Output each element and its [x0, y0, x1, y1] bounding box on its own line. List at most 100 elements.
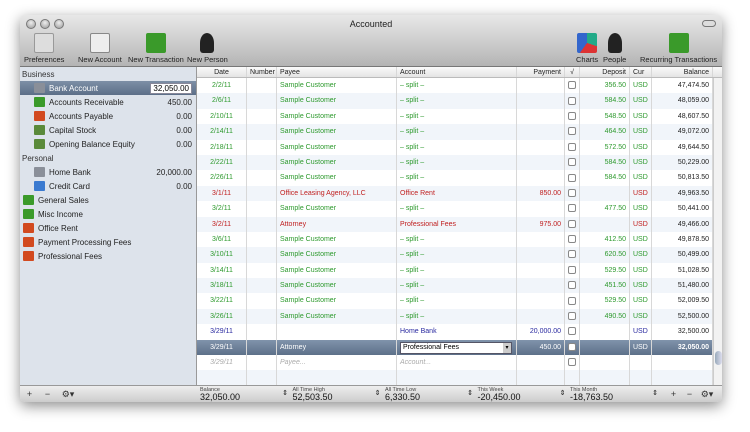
account-dropdown[interactable]: Professional Fees ▾ [400, 341, 512, 354]
cleared-checkbox[interactable] [568, 327, 576, 336]
column-header[interactable]: √ [565, 67, 580, 77]
number-cell[interactable] [247, 93, 277, 109]
sidebar-category-item[interactable]: General Sales [20, 193, 196, 207]
number-cell[interactable] [247, 154, 277, 171]
cleared-checkbox[interactable] [568, 173, 576, 182]
cleared-cell[interactable] [565, 139, 580, 155]
column-header[interactable]: Date [197, 67, 247, 77]
account-cell[interactable]: – split – [397, 93, 517, 109]
payee-cell[interactable]: Sample Customer [277, 139, 397, 155]
cleared-cell[interactable] [565, 185, 580, 202]
date-cell[interactable]: 2/2/11 [197, 78, 247, 94]
account-cell[interactable]: – split – [397, 247, 517, 263]
cleared-checkbox[interactable] [568, 250, 576, 259]
payment-cell[interactable] [517, 139, 565, 155]
stat-selector[interactable]: Balance 32,050.00 ⇕ [200, 387, 292, 402]
remove-transaction-button[interactable]: − [683, 389, 696, 399]
cleared-checkbox[interactable] [568, 127, 576, 136]
cleared-checkbox[interactable] [568, 158, 576, 167]
table-row[interactable]: 3/18/11 Sample Customer – split – 451.50… [197, 278, 722, 294]
date-cell[interactable]: 3/6/11 [197, 231, 247, 248]
account-cell[interactable]: – split – [397, 170, 517, 186]
cleared-cell[interactable] [565, 201, 580, 217]
payment-cell[interactable] [517, 355, 565, 371]
payment-cell[interactable] [517, 278, 565, 294]
cleared-cell[interactable] [565, 339, 580, 356]
payee-cell[interactable]: Sample Customer [277, 154, 397, 171]
column-header[interactable]: Balance [652, 67, 713, 77]
number-cell[interactable] [247, 78, 277, 94]
stat-selector[interactable]: All Time High 52,503.50 ⇕ [293, 387, 385, 402]
payee-cell[interactable]: Sample Customer [277, 278, 397, 294]
sidebar-account-item[interactable]: Capital Stock 0.00 [20, 123, 196, 137]
deposit-cell[interactable]: 548.50 [580, 108, 630, 125]
account-cell[interactable]: – split – [397, 308, 517, 325]
payment-cell[interactable] [517, 247, 565, 263]
scrollbar[interactable] [713, 78, 722, 385]
deposit-cell[interactable]: 584.50 [580, 93, 630, 109]
stat-selector[interactable]: This Month -18,763.50 ⇕ [570, 387, 662, 402]
account-cell[interactable]: – split – [397, 78, 517, 94]
cleared-checkbox[interactable] [568, 96, 576, 105]
deposit-cell[interactable]: 572.50 [580, 139, 630, 155]
table-row[interactable]: 3/1/11 Office Leasing Agency, LLC Office… [197, 185, 722, 202]
cleared-checkbox[interactable] [568, 358, 576, 367]
account-cell[interactable]: – split – [397, 108, 517, 125]
new-person-button[interactable]: New Person [187, 33, 228, 64]
charts-button[interactable]: Charts [576, 33, 598, 64]
payee-cell[interactable]: Sample Customer [277, 78, 397, 94]
number-cell[interactable] [247, 339, 277, 356]
payment-cell[interactable] [517, 108, 565, 125]
account-cell[interactable]: – split – [397, 278, 517, 294]
cleared-cell[interactable] [565, 262, 580, 279]
scroll-thumb[interactable] [715, 351, 722, 365]
number-cell[interactable] [247, 231, 277, 248]
sidebar-account-item[interactable]: Accounts Payable 0.00 [20, 109, 196, 123]
payment-cell[interactable]: 20,000.00 [517, 324, 565, 340]
recurring-transactions-button[interactable]: Recurring Transactions [640, 33, 717, 64]
payee-cell[interactable]: Sample Customer [277, 231, 397, 248]
date-cell[interactable]: 3/26/11 [197, 308, 247, 325]
payee-cell[interactable]: Office Leasing Agency, LLC [277, 185, 397, 202]
payment-cell[interactable] [517, 293, 565, 309]
number-cell[interactable] [247, 170, 277, 186]
cleared-checkbox[interactable] [568, 296, 576, 305]
new-account-button[interactable]: New Account [78, 33, 122, 64]
number-cell[interactable] [247, 278, 277, 294]
number-cell[interactable] [247, 201, 277, 217]
cleared-cell[interactable] [565, 324, 580, 340]
table-row[interactable]: 3/14/11 Sample Customer – split – 529.50… [197, 262, 722, 279]
table-row[interactable]: 3/6/11 Sample Customer – split – 412.50 … [197, 231, 722, 248]
account-cell[interactable]: – split – [397, 124, 517, 140]
payment-cell[interactable]: 850.00 [517, 185, 565, 202]
date-cell[interactable]: 2/18/11 [197, 139, 247, 155]
payment-cell[interactable] [517, 262, 565, 279]
column-header[interactable]: Number [247, 67, 277, 77]
sidebar-account-item[interactable]: Bank Account 32,050.00 [20, 81, 196, 95]
payee-cell[interactable]: Attorney [277, 216, 397, 232]
deposit-cell[interactable]: 529.50 [580, 293, 630, 309]
payment-cell[interactable] [517, 154, 565, 171]
deposit-cell[interactable]: 464.50 [580, 124, 630, 140]
account-cell[interactable]: – split – [397, 293, 517, 309]
date-cell[interactable]: 3/29/11 [197, 339, 247, 356]
cleared-checkbox[interactable] [568, 219, 576, 228]
table-row[interactable]: 2/26/11 Sample Customer – split – 584.50… [197, 170, 722, 186]
payee-input[interactable]: Payee... [277, 355, 397, 371]
table-row[interactable]: 3/2/11 Attorney Professional Fees 975.00… [197, 216, 722, 232]
column-header[interactable]: Payee [277, 67, 397, 77]
payment-cell[interactable] [517, 201, 565, 217]
sidebar-category-item[interactable]: Misc Income [20, 207, 196, 221]
people-button[interactable]: People [603, 33, 626, 64]
deposit-cell[interactable]: 584.50 [580, 170, 630, 186]
cleared-cell[interactable] [565, 124, 580, 140]
cleared-checkbox[interactable] [568, 81, 576, 90]
sidebar-category-item[interactable]: Professional Fees [20, 249, 196, 263]
number-cell[interactable] [247, 124, 277, 140]
table-row[interactable]: 2/2/11 Sample Customer – split – 356.50 … [197, 78, 722, 94]
cleared-checkbox[interactable] [568, 235, 576, 244]
toolbar-toggle-button[interactable] [702, 20, 716, 27]
date-cell[interactable]: 2/10/11 [197, 108, 247, 125]
payee-cell[interactable]: Attorney [277, 339, 397, 356]
payment-cell[interactable]: 975.00 [517, 216, 565, 232]
